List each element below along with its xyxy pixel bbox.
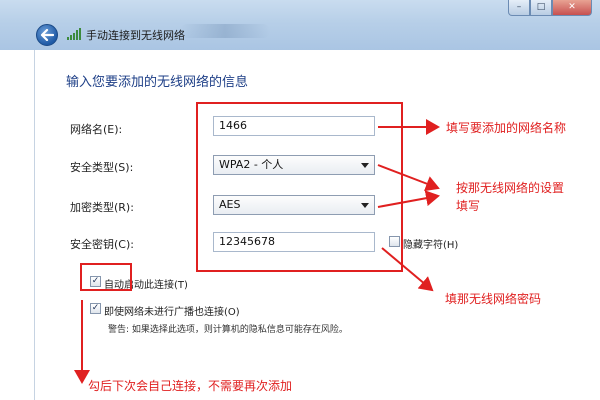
annotation-arrows — [74, 119, 440, 384]
arrow-to-key-note — [381, 247, 434, 292]
annotation-security-note-1: 按那无线网络的设置 — [456, 181, 565, 195]
arrow-to-security-note — [377, 164, 440, 192]
arrow-to-encryption-note — [377, 190, 440, 208]
annotation-key-note: 填那无线网络密码 — [445, 292, 542, 306]
annotation-auto-note: 勾后下次会自己连接，不需要再次添加 — [88, 379, 293, 393]
annotation-name-note: 填写要添加的网络名称 — [446, 121, 567, 135]
annotation-security-note-2: 填写 — [456, 199, 481, 213]
